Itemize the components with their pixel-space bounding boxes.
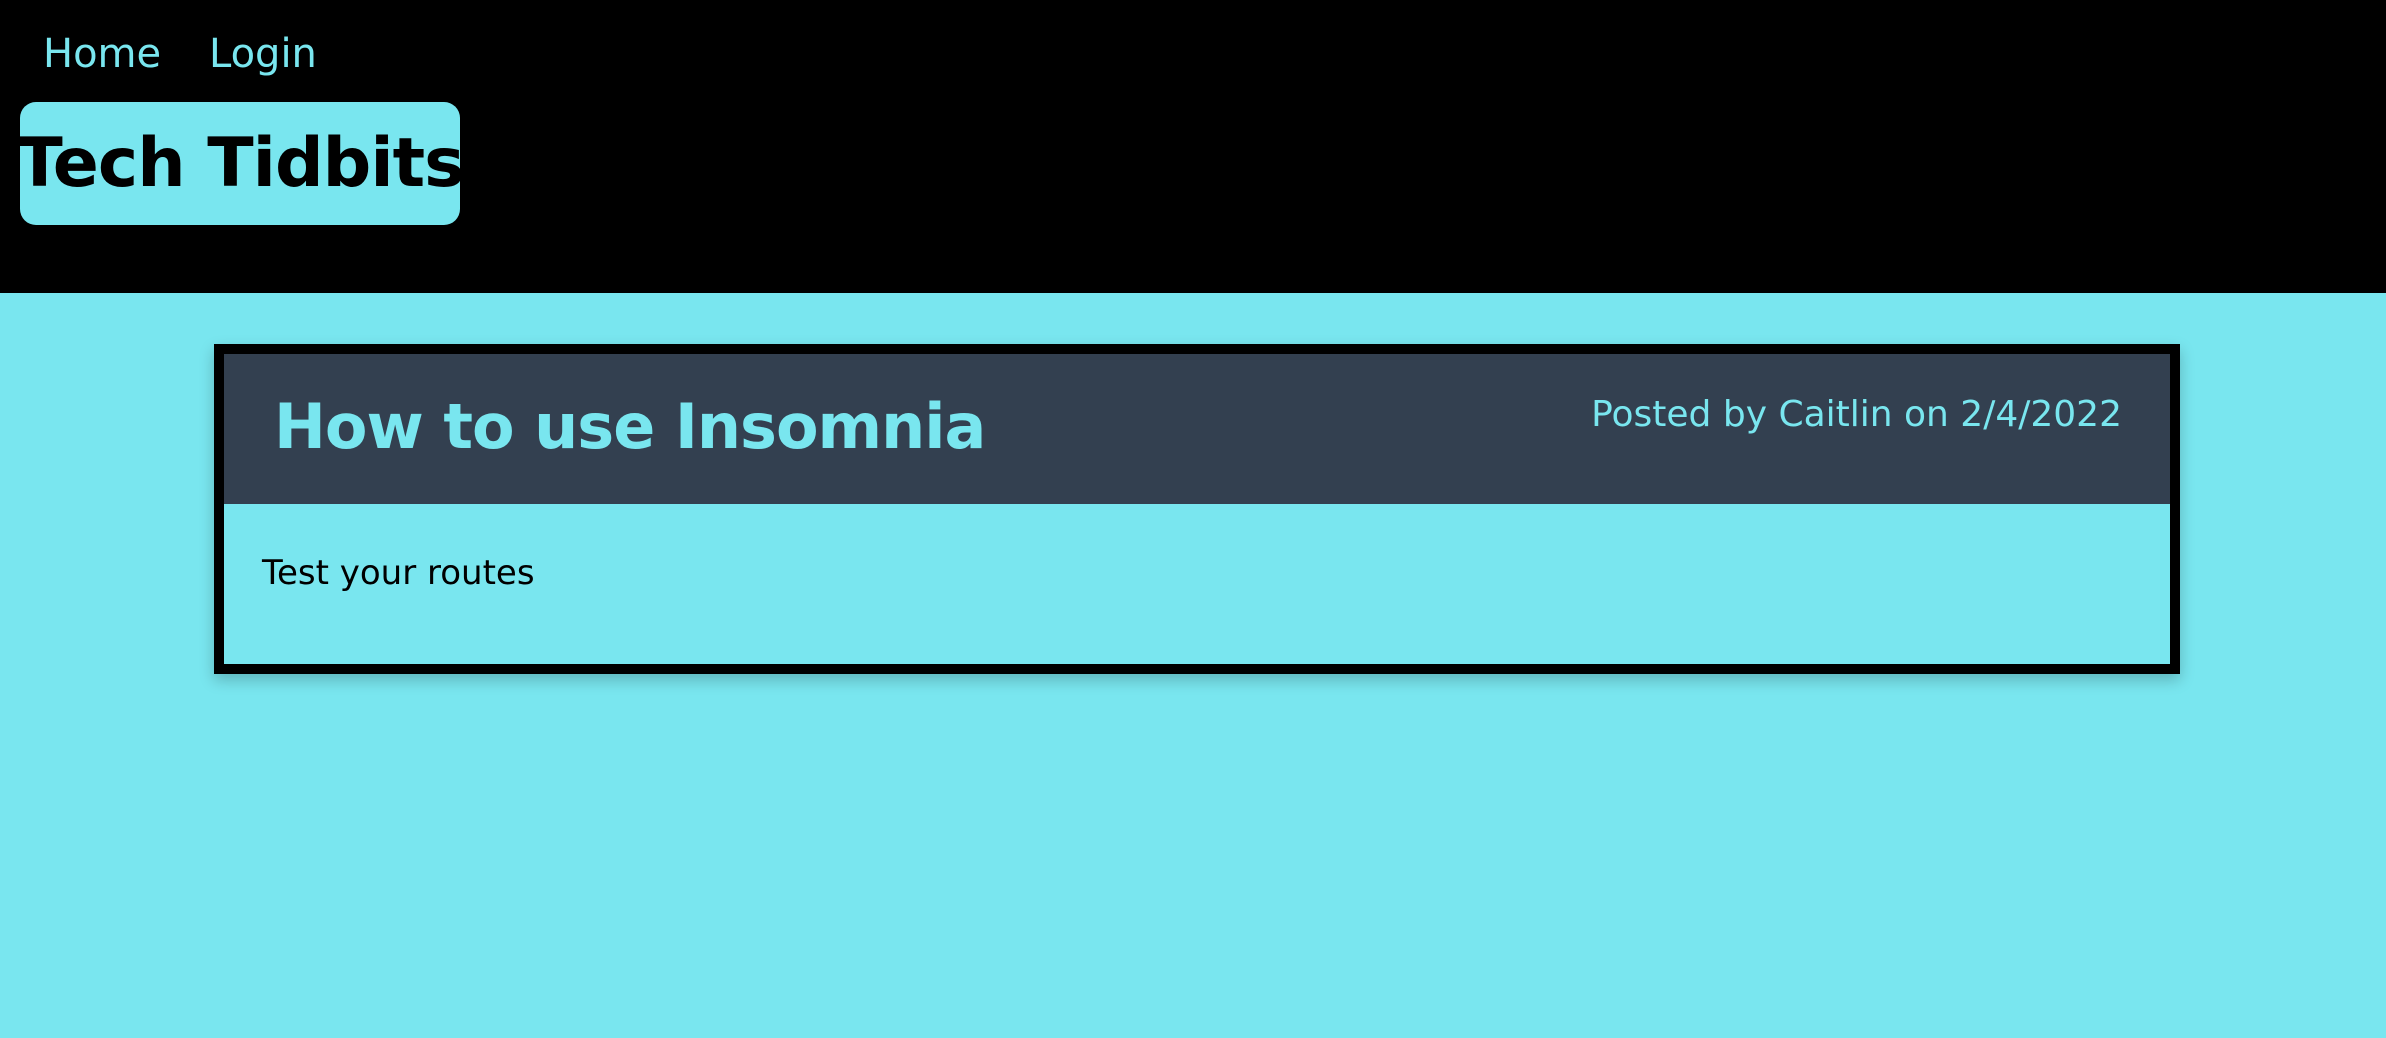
post-body: Test your routes xyxy=(262,553,535,593)
site-title-badge[interactable]: Tech Tidbits xyxy=(16,102,465,225)
post-card: How to use Insomnia Posted by Caitlin on… xyxy=(214,344,2180,674)
site-title: Tech Tidbits xyxy=(16,124,464,203)
post-title[interactable]: How to use Insomnia xyxy=(274,387,986,467)
post-meta: Posted by Caitlin on 2/4/2022 xyxy=(1591,394,2122,435)
nav-home-link[interactable]: Home xyxy=(43,28,161,80)
post-header: How to use Insomnia Posted by Caitlin on… xyxy=(224,354,2170,504)
site-header: Home Login Tech Tidbits xyxy=(0,0,2386,293)
nav-login-link[interactable]: Login xyxy=(209,28,317,80)
